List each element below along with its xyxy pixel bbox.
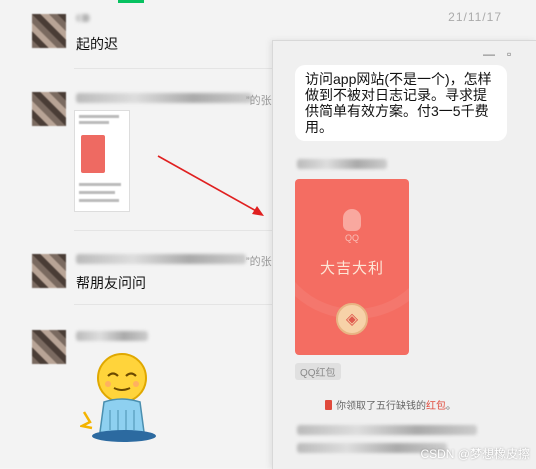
watermark: CSDN @梦想橡皮擦 [420, 447, 530, 461]
maximize-icon[interactable]: ▫ [507, 47, 511, 61]
chat-window-popup[interactable]: — ▫ 访问app网站(不是一个)，怎样做到不被对日志记录。寻求提供简单有效方案… [272, 40, 536, 469]
red-packet-link[interactable]: 红包 [426, 401, 446, 412]
red-packet-label: QQ红包 [295, 363, 341, 380]
notice-suffix: 。 [446, 401, 456, 412]
minimize-icon[interactable]: — [483, 47, 495, 61]
red-packet-icon [325, 400, 332, 410]
red-packet-brand: QQ [344, 233, 359, 243]
message-bubble: 访问app网站(不是一个)，怎样做到不被对日志记录。寻求提供简单有效方案。付3一… [295, 65, 507, 141]
red-packet-pattern [295, 179, 409, 319]
coin-icon: ◈ [336, 303, 368, 335]
blurred-message [297, 425, 477, 435]
penguin-icon [343, 209, 361, 231]
red-packet-card[interactable]: QQ 大吉大利 ◈ [295, 179, 409, 355]
notice-text: 你领取了五行缺钱的 [336, 401, 426, 412]
red-packet-greeting: 大吉大利 [319, 260, 384, 277]
sender-name [297, 159, 387, 169]
system-notice: 你领取了五行缺钱的红包。 [325, 397, 456, 412]
